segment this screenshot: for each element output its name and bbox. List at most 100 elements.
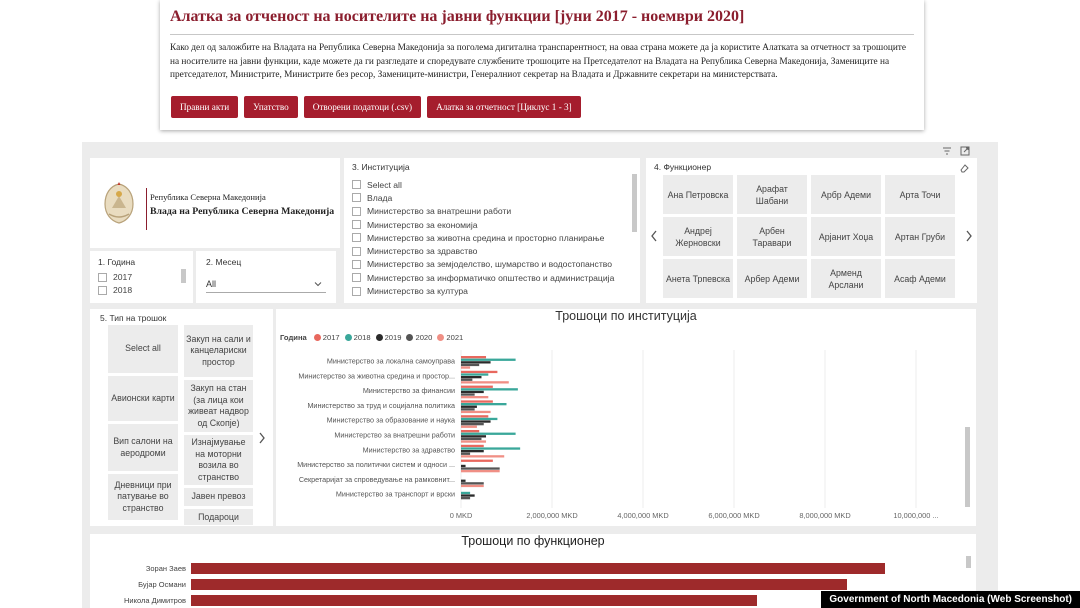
year-option-2017[interactable]: 2017 [98, 272, 132, 282]
bar-2021[interactable] [461, 410, 491, 414]
open-data-button[interactable]: Отворени податоци (.csv) [303, 96, 422, 118]
checkbox[interactable] [352, 273, 361, 283]
chevron-right-icon[interactable] [965, 230, 973, 242]
bar-2018[interactable] [461, 388, 518, 391]
cost-type-tile[interactable]: Јавен превоз [184, 488, 253, 506]
year-list-scrollbar[interactable] [181, 269, 186, 283]
bar-2019[interactable] [461, 494, 475, 497]
official-bar[interactable] [191, 579, 847, 590]
checkbox[interactable] [352, 259, 361, 269]
bar-2018[interactable] [461, 358, 516, 361]
legend-item[interactable]: 2017 [313, 333, 340, 342]
bar-2021[interactable] [461, 455, 505, 458]
cost-type-tile[interactable]: Дневници при патување во странство [108, 474, 178, 520]
official-tile[interactable]: Арјанит Хоџа [811, 217, 881, 256]
bar-2019[interactable] [461, 464, 466, 468]
institution-option[interactable]: Министерство за економија [352, 218, 632, 231]
checkbox[interactable] [352, 206, 361, 216]
bar-2021[interactable] [461, 396, 489, 399]
bar-2017[interactable] [461, 356, 487, 359]
bar-2018[interactable] [461, 417, 498, 421]
institution-list-scrollbar[interactable] [632, 174, 637, 232]
bar-2020[interactable] [461, 393, 475, 396]
bar-2021[interactable] [461, 440, 487, 443]
year-option-2018[interactable]: 2018 [98, 285, 132, 295]
bar-2019[interactable] [461, 376, 482, 379]
official-tile[interactable]: Анета Трпевска [663, 259, 733, 298]
bar-2017[interactable] [461, 444, 484, 448]
cost-type-tile[interactable]: Закуп на сали и канцелариски простор [184, 325, 253, 377]
institution-option[interactable]: Влада [352, 191, 632, 204]
eraser-icon[interactable] [959, 163, 969, 173]
legend-item[interactable]: 2019 [375, 333, 401, 342]
checkbox[interactable] [352, 220, 361, 230]
bar-2017[interactable] [461, 459, 493, 462]
filter-icon[interactable] [942, 146, 952, 156]
official-chart-scrollbar[interactable] [966, 556, 971, 568]
chevron-right-icon[interactable] [258, 432, 266, 444]
month-dropdown[interactable]: All [206, 275, 326, 293]
official-tile[interactable]: Арафат Шабани [737, 175, 807, 214]
official-tile[interactable]: Ана Петровска [663, 175, 733, 214]
bar-2019[interactable] [461, 405, 477, 408]
focus-mode-icon[interactable] [960, 146, 970, 156]
legal-acts-button[interactable]: Правни акти [171, 96, 239, 118]
checkbox[interactable] [352, 286, 361, 296]
bar-2018[interactable] [461, 447, 521, 450]
checkbox[interactable] [352, 180, 361, 190]
institution-option[interactable]: Министерство за здравство [352, 244, 632, 257]
bar-2020[interactable] [461, 452, 471, 455]
bar-2019[interactable] [461, 420, 491, 423]
bar-2019[interactable] [461, 435, 487, 438]
cost-type-tile[interactable]: Закуп на стан (за лица кои живеат надвор… [184, 380, 253, 432]
bar-2017[interactable] [461, 400, 493, 403]
legend-item[interactable]: 2020 [406, 333, 432, 342]
accountability-tool-button[interactable]: Алатка за отчетност [Циклус 1 - 3] [427, 96, 581, 118]
bar-2020[interactable] [461, 408, 475, 411]
bar-2017[interactable] [461, 385, 493, 388]
cost-type-tile[interactable]: Изнајмување на моторни возила во странст… [184, 435, 253, 485]
checkbox[interactable] [352, 233, 361, 243]
legend-item[interactable]: 2018 [344, 333, 371, 342]
bar-2017[interactable] [461, 415, 489, 418]
official-tile[interactable]: Арбен Таравари [737, 217, 807, 256]
official-tile[interactable]: Арбр Адеми [811, 175, 881, 214]
institution-option[interactable]: Министерство за култура [352, 284, 632, 297]
official-tile[interactable]: Арменд Арслани [811, 259, 881, 298]
checkbox[interactable] [352, 193, 361, 203]
official-tile[interactable]: Арта Точи [885, 175, 955, 214]
official-tile[interactable]: Арбер Адеми [737, 259, 807, 298]
institution-option[interactable]: Министерство за земјоделство, шумарство … [352, 258, 632, 271]
official-bar[interactable] [191, 563, 885, 574]
chart-scrollbar[interactable] [965, 427, 970, 507]
bar-2019[interactable] [461, 390, 484, 394]
institution-option[interactable]: Select all [352, 178, 632, 191]
chevron-left-icon[interactable] [650, 230, 658, 242]
bar-2020[interactable] [461, 467, 500, 470]
official-tile[interactable]: Артан Груби [885, 217, 955, 256]
bar-2021[interactable] [461, 484, 484, 488]
official-tile[interactable]: Асаф Адеми [885, 259, 955, 298]
bar-2021[interactable] [461, 366, 471, 369]
bar-2020[interactable] [461, 363, 480, 367]
bar-2021[interactable] [461, 470, 500, 473]
bar-2019[interactable] [461, 361, 491, 364]
official-bar[interactable] [191, 595, 757, 606]
institution-option[interactable]: Министерство за информатичко општество и… [352, 271, 632, 284]
bar-2017[interactable] [461, 430, 480, 433]
instructions-button[interactable]: Упатство [244, 96, 298, 118]
cost-type-tile[interactable]: Select all [108, 325, 178, 373]
bar-2020[interactable] [461, 497, 471, 500]
official-tile[interactable]: Андреј Жерновски [663, 217, 733, 256]
bar-2017[interactable] [461, 370, 498, 374]
bar-2020[interactable] [461, 437, 482, 441]
bar-2019[interactable] [461, 479, 466, 482]
cost-type-tile[interactable]: Вип салони на аеродроми [108, 424, 178, 471]
bar-2018[interactable] [461, 403, 507, 406]
bar-2020[interactable] [461, 423, 484, 426]
checkbox[interactable] [98, 285, 107, 295]
checkbox[interactable] [352, 246, 361, 256]
cost-type-tile[interactable]: Авионски карти [108, 376, 178, 421]
bar-2018[interactable] [461, 373, 489, 376]
bar-2021[interactable] [461, 425, 477, 428]
